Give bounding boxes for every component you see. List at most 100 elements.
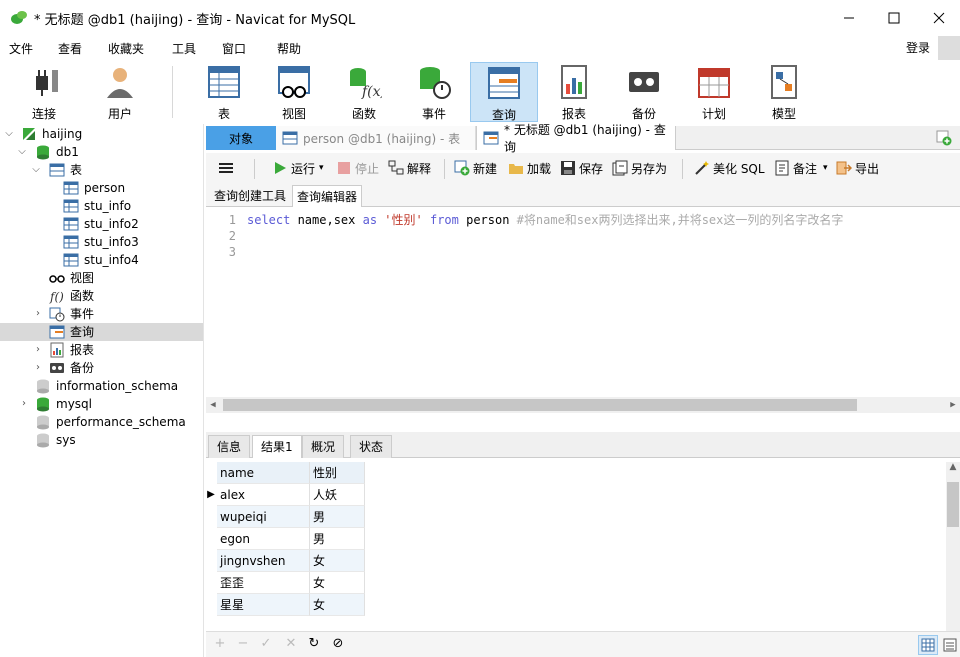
tree-functions[interactable]: f() 函数 bbox=[49, 287, 94, 305]
grid-view-button[interactable] bbox=[918, 635, 938, 655]
avatar[interactable] bbox=[938, 36, 960, 60]
toolbar-user-button[interactable]: 用户 bbox=[86, 62, 154, 122]
tab-untitled-query[interactable]: * 无标题 @db1 (haijing) - 查询 bbox=[476, 123, 676, 154]
tree-db-mysql[interactable]: mysql bbox=[35, 395, 92, 413]
tab-person-table[interactable]: person @db1 (haijing) - 表 bbox=[276, 126, 476, 150]
minimize-button[interactable] bbox=[826, 0, 872, 36]
tab-overview[interactable]: 概况 bbox=[302, 435, 345, 458]
sql-editor[interactable]: 1 2 3 select name,sex as '性别' from perso… bbox=[206, 208, 960, 413]
toolbar-report-button[interactable]: 报表 bbox=[540, 62, 608, 122]
collapse-arrow-icon[interactable]: › bbox=[33, 341, 43, 359]
table-cell[interactable]: wupeiqi bbox=[217, 506, 310, 528]
tree-db-information_schema[interactable]: information_schema bbox=[35, 377, 178, 395]
table-cell[interactable]: 歪歪 bbox=[217, 572, 310, 594]
refresh-icon[interactable]: ↻ bbox=[306, 636, 322, 652]
scrollbar-thumb[interactable] bbox=[947, 482, 959, 527]
toolbar-schedule-button[interactable]: 计划 bbox=[680, 62, 748, 122]
toolbar-backup-button[interactable]: 备份 bbox=[610, 62, 678, 122]
expand-arrow-icon[interactable]: ⌵ bbox=[4, 125, 14, 143]
collapse-arrow-icon[interactable]: › bbox=[19, 395, 29, 413]
table-cell[interactable]: jingnvshen bbox=[217, 550, 310, 572]
save-icon bbox=[561, 161, 575, 175]
table-cell[interactable]: alex bbox=[217, 484, 310, 506]
column-header-name[interactable]: name bbox=[217, 462, 310, 484]
tree-queries[interactable]: 查询 bbox=[0, 323, 203, 341]
toolbar-query-button[interactable]: 查询 bbox=[470, 62, 538, 122]
tab-query-builder[interactable]: 查询创建工具 bbox=[210, 185, 290, 207]
menu-help[interactable]: 帮助 bbox=[277, 40, 301, 57]
menu-window[interactable]: 窗口 bbox=[222, 40, 246, 57]
export-button[interactable]: 导出 bbox=[836, 159, 879, 177]
collapse-arrow-icon[interactable]: › bbox=[33, 305, 43, 323]
discard-changes-icon[interactable]: ✕ bbox=[283, 636, 299, 652]
stop-refresh-icon[interactable]: ⊘ bbox=[330, 636, 346, 652]
column-header-gender[interactable]: 性别 bbox=[310, 462, 365, 484]
run-button[interactable]: 运行 ▾ bbox=[272, 159, 324, 177]
beautify-sql-button[interactable]: 美化 SQL bbox=[694, 159, 765, 177]
menu-file[interactable]: 文件 bbox=[9, 40, 33, 57]
grid-vertical-scrollbar[interactable]: ▲ bbox=[946, 462, 960, 631]
login-link[interactable]: 登录 bbox=[906, 39, 930, 56]
table-cell[interactable]: 女 bbox=[310, 594, 365, 616]
save-button[interactable]: 保存 bbox=[560, 159, 603, 177]
tree-backups[interactable]: 备份 bbox=[49, 359, 94, 377]
toolbar-table-button[interactable]: 表 bbox=[190, 62, 258, 122]
new-query-button[interactable]: 新建 bbox=[454, 159, 497, 177]
stop-button[interactable]: 停止 bbox=[336, 159, 379, 177]
table-cell[interactable]: 人妖 bbox=[310, 484, 365, 506]
toolbar-connect-button[interactable]: 连接 bbox=[10, 62, 78, 122]
hamburger-menu-button[interactable] bbox=[218, 159, 237, 177]
tree-table-stu_info4[interactable]: stu_info4 bbox=[63, 251, 139, 269]
close-button[interactable] bbox=[916, 0, 960, 36]
tree-reports[interactable]: 报表 bbox=[49, 341, 94, 359]
tab-status[interactable]: 状态 bbox=[350, 435, 393, 458]
toolbar-model-button[interactable]: 模型 bbox=[750, 62, 818, 122]
load-button[interactable]: 加载 bbox=[508, 159, 551, 177]
scrollbar-thumb[interactable] bbox=[223, 399, 857, 411]
tree-events[interactable]: 事件 bbox=[49, 305, 94, 323]
table-cell[interactable]: 男 bbox=[310, 528, 365, 550]
new-tab-icon[interactable] bbox=[936, 130, 952, 146]
tab-objects[interactable]: 对象 bbox=[206, 126, 276, 150]
toolbar-function-button[interactable]: f(x) 函数 bbox=[330, 62, 398, 122]
menu-view[interactable]: 查看 bbox=[58, 40, 82, 57]
tab-query-editor[interactable]: 查询编辑器 bbox=[292, 185, 363, 207]
maximize-button[interactable] bbox=[871, 0, 917, 36]
add-record-icon[interactable]: + bbox=[212, 636, 228, 652]
comment-button[interactable]: 备注 ▾ bbox=[774, 159, 828, 177]
table-cell[interactable]: 星星 bbox=[217, 594, 310, 616]
tree-views[interactable]: 视图 bbox=[49, 269, 94, 287]
menu-tools[interactable]: 工具 bbox=[172, 40, 196, 57]
tree-db-sys[interactable]: sys bbox=[35, 431, 76, 449]
scroll-up-icon[interactable]: ▲ bbox=[946, 462, 960, 472]
tree-tables-group[interactable]: 表 bbox=[49, 161, 82, 179]
table-cell[interactable]: 女 bbox=[310, 550, 365, 572]
tree-table-person[interactable]: person bbox=[63, 179, 125, 197]
tree-table-stu_info3[interactable]: stu_info3 bbox=[63, 233, 139, 251]
current-row-marker-icon: ▶ bbox=[207, 489, 215, 500]
apply-changes-icon[interactable]: ✓ bbox=[258, 636, 274, 652]
editor-horizontal-scrollbar[interactable]: ◀ ▶ bbox=[206, 397, 960, 413]
tab-info[interactable]: 信息 bbox=[208, 435, 251, 458]
explain-button[interactable]: 解释 bbox=[388, 159, 431, 177]
table-cell[interactable]: 男 bbox=[310, 506, 365, 528]
tree-connection-haijing[interactable]: haijing bbox=[21, 125, 82, 143]
table-cell[interactable]: 女 bbox=[310, 572, 365, 594]
expand-arrow-icon[interactable]: ⌵ bbox=[17, 143, 27, 161]
scroll-left-icon[interactable]: ◀ bbox=[206, 397, 220, 413]
toolbar-event-button[interactable]: 事件 bbox=[400, 62, 468, 122]
scroll-right-icon[interactable]: ▶ bbox=[946, 397, 960, 413]
delete-record-icon[interactable]: − bbox=[235, 636, 251, 652]
save-as-button[interactable]: 另存为 bbox=[612, 159, 667, 177]
toolbar-view-button[interactable]: 视图 bbox=[260, 62, 328, 122]
tree-table-stu_info2[interactable]: stu_info2 bbox=[63, 215, 139, 233]
form-view-button[interactable] bbox=[940, 635, 960, 655]
tree-table-stu_info[interactable]: stu_info bbox=[63, 197, 131, 215]
tree-db-db1[interactable]: db1 bbox=[35, 143, 79, 161]
collapse-arrow-icon[interactable]: › bbox=[33, 359, 43, 377]
tree-db-performance_schema[interactable]: performance_schema bbox=[35, 413, 186, 431]
tab-result1[interactable]: 结果1 bbox=[252, 435, 302, 458]
menu-favorites[interactable]: 收藏夹 bbox=[108, 40, 144, 57]
expand-arrow-icon[interactable]: ⌵ bbox=[31, 161, 41, 179]
table-cell[interactable]: egon bbox=[217, 528, 310, 550]
